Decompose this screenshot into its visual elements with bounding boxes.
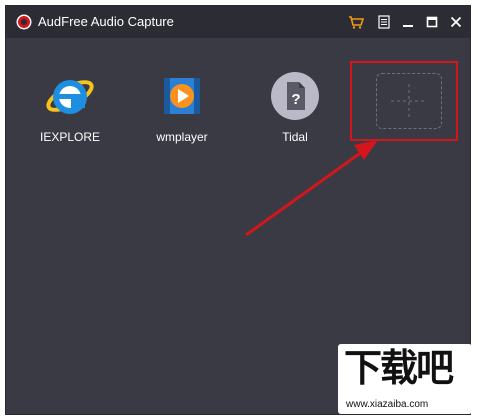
unknown-app-icon: ? — [271, 72, 319, 120]
app-label: Tidal — [282, 130, 308, 144]
svg-text:?: ? — [291, 91, 300, 108]
add-app-placeholder — [376, 73, 442, 129]
minimize-icon — [403, 25, 413, 27]
add-app-button[interactable] — [350, 61, 458, 141]
cart-icon — [349, 16, 364, 29]
maximize-icon — [426, 16, 438, 28]
app-item-tidal[interactable]: ? Tidal — [250, 70, 340, 144]
app-item-wmplayer[interactable]: wmplayer — [137, 70, 227, 144]
watermark-logo: 下载吧 — [344, 346, 454, 390]
menu-icon — [378, 15, 390, 29]
windows-media-player-icon — [164, 78, 200, 114]
add-icon — [391, 84, 427, 118]
minimize-button[interactable] — [398, 12, 418, 32]
close-icon — [450, 16, 462, 28]
app-item-iexplore[interactable]: IEXPLORE — [25, 70, 115, 144]
watermark-url: www.xiazaiba.com — [346, 399, 429, 410]
audfree-logo-icon — [16, 14, 32, 30]
menu-button[interactable] — [374, 12, 394, 32]
close-button[interactable] — [446, 12, 466, 32]
internet-explorer-icon — [46, 80, 94, 114]
title-bar[interactable]: AudFree Audio Capture — [6, 6, 470, 38]
maximize-button[interactable] — [422, 12, 442, 32]
window-title: AudFree Audio Capture — [38, 14, 174, 29]
app-label: IEXPLORE — [39, 130, 101, 144]
watermark: 下载吧 www.xiazaiba.com — [338, 344, 472, 414]
app-label: wmplayer — [156, 130, 208, 144]
cart-button[interactable] — [346, 12, 366, 32]
